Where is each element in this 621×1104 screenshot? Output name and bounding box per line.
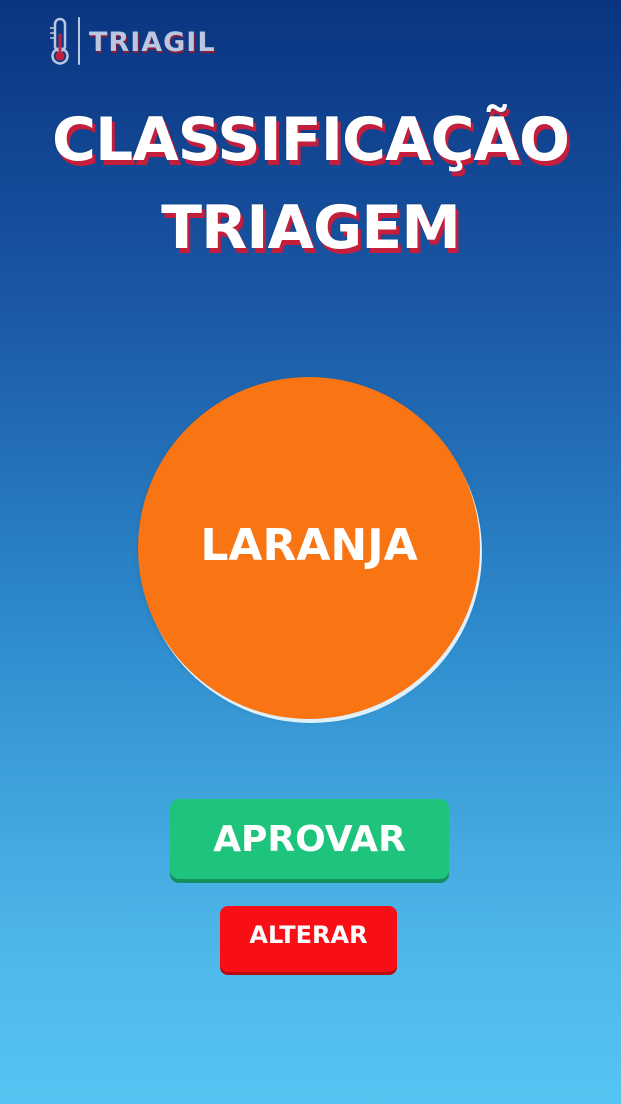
logo-divider [78,17,80,65]
page-title-line2: TRIAGEM [161,193,461,263]
thermometer-icon [50,17,69,65]
alter-button[interactable]: ALTERAR [220,906,397,972]
page-title: CLASSIFICAÇÃO TRIAGEM [0,96,621,272]
classification-label: LARANJA [200,519,418,571]
app-logo: TRIAGIL [48,16,216,66]
classification-indicator: LARANJA [138,377,480,719]
approve-button[interactable]: APROVAR [170,799,449,879]
page-title-line1: CLASSIFICAÇÃO [51,105,570,175]
logo-text: TRIAGIL [89,26,216,58]
